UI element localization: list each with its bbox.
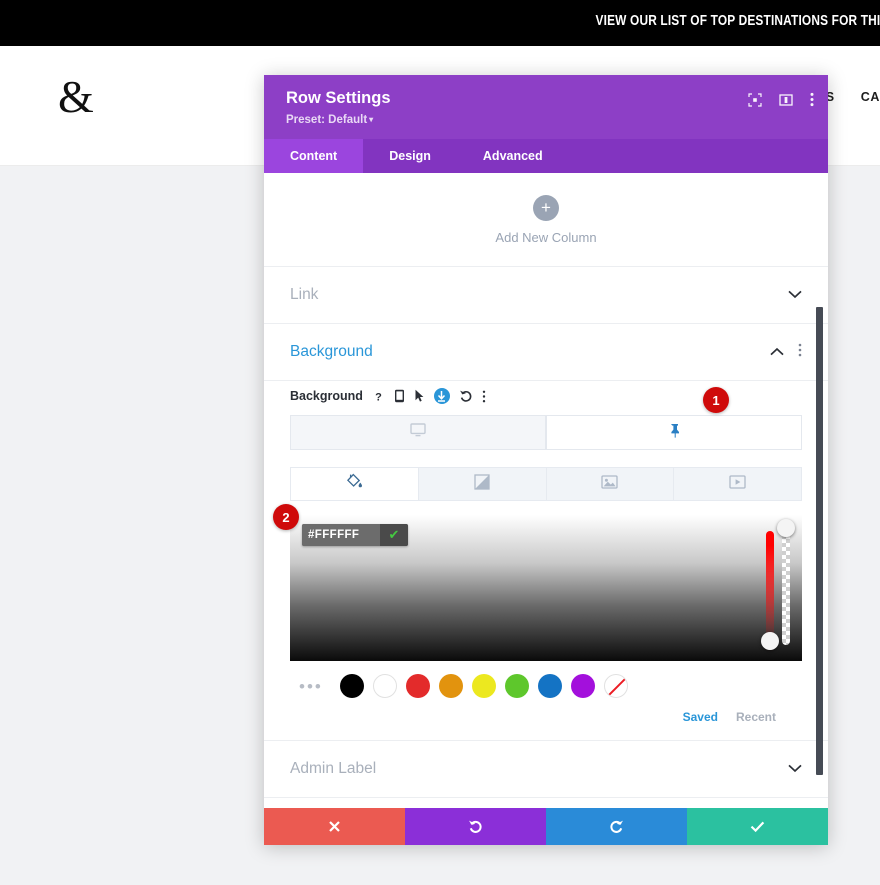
background-color-tab[interactable]: [290, 467, 419, 501]
reset-icon[interactable]: [459, 389, 473, 403]
modal-scrollbar-thumb[interactable]: [816, 307, 823, 775]
saved-colors-tab[interactable]: Saved: [683, 710, 718, 724]
color-swatch-row: •••: [290, 674, 802, 698]
background-state-tabs: [290, 415, 802, 450]
more-swatches-icon[interactable]: •••: [299, 678, 323, 695]
section-background-title: Background: [290, 343, 373, 360]
color-sliders: [761, 519, 795, 653]
announcement-banner: VIEW OUR LIST OF TOP DESTINATIONS FOR TH…: [0, 0, 880, 46]
swatch-purple[interactable]: [570, 674, 595, 698]
modal-scrollbar[interactable]: [816, 173, 826, 801]
swatch-blue[interactable]: [537, 674, 562, 698]
modal-header: Row Settings Preset: Default ▾: [264, 75, 828, 139]
caret-down-icon: ▾: [369, 115, 374, 125]
section-link[interactable]: Link: [264, 267, 828, 324]
hex-color-input[interactable]: [302, 524, 380, 546]
layout-panel-icon[interactable]: [779, 93, 793, 107]
fullscreen-icon[interactable]: [748, 92, 762, 107]
background-video-tab[interactable]: [674, 467, 802, 501]
hue-slider-handle[interactable]: [761, 632, 779, 650]
nav-item-2[interactable]: CA: [861, 90, 880, 104]
modal-footer: [264, 808, 828, 845]
swatch-black[interactable]: [339, 674, 364, 698]
save-button[interactable]: [687, 808, 828, 845]
hue-slider[interactable]: [761, 531, 779, 653]
swatch-transparent[interactable]: [603, 674, 628, 698]
alpha-slider[interactable]: [777, 519, 795, 645]
background-gradient-tab[interactable]: [418, 467, 547, 501]
chevron-down-icon: [788, 286, 802, 304]
callout-badge-1: 1: [703, 387, 729, 413]
video-icon: [729, 474, 746, 494]
row-settings-modal: Row Settings Preset: Default ▾ Content De…: [264, 75, 828, 845]
site-logo[interactable]: &: [58, 74, 94, 120]
recent-colors-tab[interactable]: Recent: [736, 710, 776, 724]
swatch-source-toggle: Saved Recent: [290, 710, 802, 724]
preset-label: Preset: Default: [286, 114, 368, 126]
swatch-white[interactable]: [372, 674, 397, 698]
tab-advanced[interactable]: Advanced: [457, 139, 569, 173]
desktop-icon: [410, 423, 426, 442]
modal-scroll-area: + Add New Column Link Background Backgro…: [264, 173, 828, 801]
undo-button[interactable]: [405, 808, 546, 845]
section-admin-label[interactable]: Admin Label: [264, 741, 828, 798]
help-icon[interactable]: ?: [372, 390, 385, 403]
sticky-state-icon[interactable]: [433, 388, 450, 404]
section-admin-label-title: Admin Label: [290, 760, 377, 777]
section-link-title: Link: [290, 286, 319, 303]
add-new-column-block[interactable]: + Add New Column: [264, 173, 828, 267]
swatch-yellow[interactable]: [471, 674, 496, 698]
redo-button[interactable]: [546, 808, 687, 845]
plus-icon: +: [533, 194, 559, 221]
pin-icon: [668, 423, 681, 443]
callout-badge-2: 2: [273, 504, 299, 530]
desktop-state-tab[interactable]: [290, 415, 546, 450]
add-new-column-label: Add New Column: [495, 229, 597, 245]
gradient-icon: [474, 473, 490, 495]
section-options-icon[interactable]: [798, 343, 802, 362]
responsive-icon[interactable]: [394, 389, 405, 403]
modal-header-actions: [748, 92, 814, 107]
paint-bucket-icon: [346, 473, 363, 495]
swatch-green[interactable]: [504, 674, 529, 698]
swatch-orange[interactable]: [438, 674, 463, 698]
more-options-icon[interactable]: [810, 92, 814, 107]
chevron-up-icon[interactable]: [770, 343, 784, 361]
discard-button[interactable]: [264, 808, 405, 845]
swatch-red[interactable]: [405, 674, 430, 698]
hex-input-group: ✔: [302, 524, 408, 546]
modal-title: Row Settings: [286, 89, 391, 107]
background-type-tabs: [290, 467, 802, 501]
background-settings: Background ? #FFFFFF ✔ ••• Saved Recent: [264, 381, 828, 741]
tab-content[interactable]: Content: [264, 139, 364, 173]
sticky-state-tab[interactable]: [546, 415, 802, 450]
modal-tabs: Content Design Advanced: [264, 139, 828, 173]
alpha-slider-handle[interactable]: [777, 519, 795, 537]
field-options-icon[interactable]: [482, 390, 486, 403]
image-icon: [601, 474, 619, 494]
hex-confirm-button[interactable]: ✔: [380, 524, 408, 546]
preset-selector[interactable]: Preset: Default ▾: [286, 114, 373, 126]
chevron-down-icon: [788, 760, 802, 778]
hover-cursor-icon[interactable]: [414, 389, 425, 403]
color-picker-saturation-area[interactable]: ✔: [290, 515, 802, 661]
section-background[interactable]: Background: [264, 324, 828, 381]
tab-design[interactable]: Design: [363, 139, 457, 173]
background-field-label: Background: [290, 389, 363, 403]
announcement-banner-text: VIEW OUR LIST OF TOP DESTINATIONS FOR TH…: [595, 13, 880, 29]
svg-text:?: ?: [375, 391, 382, 403]
background-image-tab[interactable]: [546, 467, 675, 501]
